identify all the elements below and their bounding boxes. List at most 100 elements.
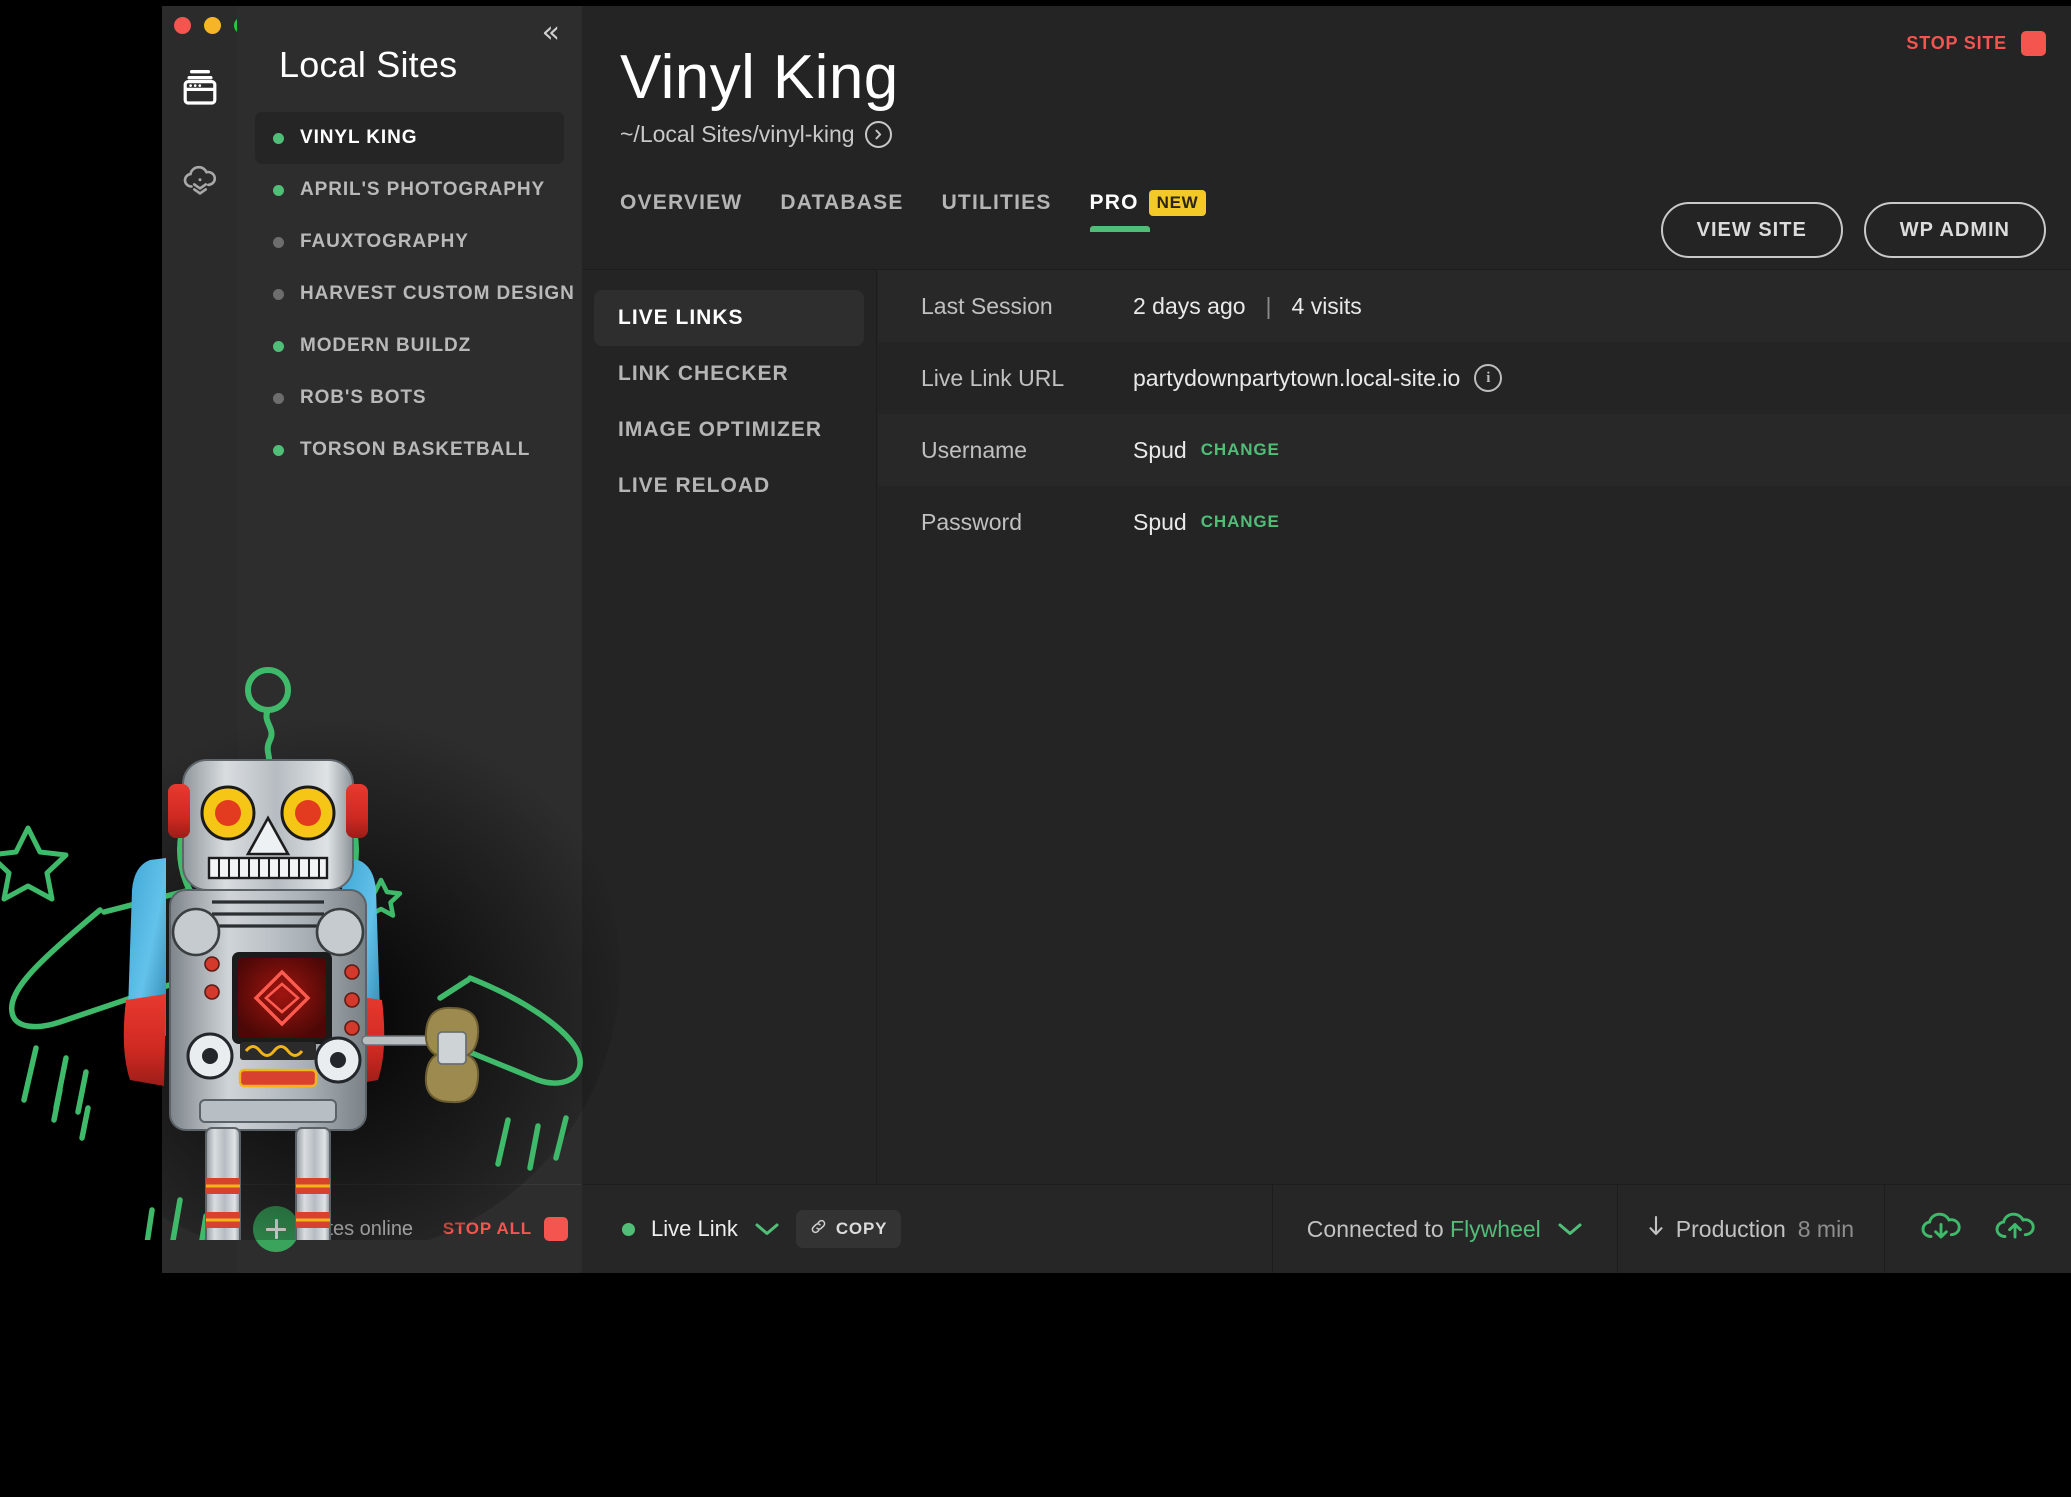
subnav-item-live-reload[interactable]: LIVE RELOAD xyxy=(594,458,864,514)
table-row: Last Session 2 days ago | 4 visits xyxy=(878,270,2071,342)
site-status-dot xyxy=(273,236,284,248)
button-label: WP ADMIN xyxy=(1899,218,2010,241)
tab-overview[interactable]: OVERVIEW xyxy=(620,174,742,232)
row-value: Spud CHANGE xyxy=(1133,509,1280,536)
row-label: Password xyxy=(921,508,1022,535)
tab-utilities[interactable]: UTILITIES xyxy=(942,174,1052,232)
connection-text: Connected to Flywheel xyxy=(1307,1216,1541,1243)
value-extra: 4 visits xyxy=(1291,292,1362,319)
row-label: Live Link URL xyxy=(921,364,1065,391)
value-separator: | xyxy=(1265,292,1272,319)
circle-arrow-right-icon[interactable] xyxy=(864,121,892,148)
cloud-upload-icon[interactable] xyxy=(1993,1211,2037,1247)
main-panel: STOP SITE Vinyl King ~/Local Sites/vinyl… xyxy=(582,6,2071,1273)
site-name: APRIL'S PHOTOGRAPHY xyxy=(300,179,546,200)
row-label: Last Session xyxy=(921,292,1053,319)
sidebar-item-site[interactable]: ROB'S BOTS xyxy=(255,372,564,424)
subnav-item-image-optimizer[interactable]: IMAGE OPTIMIZER xyxy=(594,402,864,458)
sites-stack-icon xyxy=(177,64,223,115)
chevron-down-icon[interactable] xyxy=(754,1221,780,1237)
site-name: TORSON BASKETBALL xyxy=(300,439,531,460)
site-path-text: ~/Local Sites/vinyl-king xyxy=(620,121,855,147)
sidebar-item-site[interactable]: VINYL KING xyxy=(255,112,564,164)
screen: « Local Sites VINYL KING APRIL'S PHOTOGRA… xyxy=(0,0,2071,1497)
wp-admin-button[interactable]: WP ADMIN xyxy=(1863,202,2046,258)
pro-body: LIVE LINKS LINK CHECKER IMAGE OPTIMIZER LIV… xyxy=(582,269,2071,1185)
stop-square-icon xyxy=(544,1217,568,1241)
sidebar-title: Local Sites xyxy=(279,44,458,85)
connected-target: Flywheel xyxy=(1450,1215,1541,1242)
page-title: Vinyl King xyxy=(620,43,899,112)
value-text: Spud xyxy=(1133,436,1187,463)
close-button[interactable] xyxy=(174,17,191,34)
sidebar-item-site[interactable]: APRIL'S PHOTOGRAPHY xyxy=(255,164,564,216)
value-text: 2 days ago xyxy=(1133,292,1246,319)
site-list: VINYL KING APRIL'S PHOTOGRAPHY FAUXTOGRAPH… xyxy=(237,112,582,476)
sidebar-item-site[interactable]: FAUXTOGRAPHY xyxy=(255,216,564,268)
sidebar-footer: sites online STOP ALL xyxy=(237,1184,582,1273)
subnav-item-link-checker[interactable]: LINK CHECKER xyxy=(594,346,864,402)
site-name: MODERN BUILDZ xyxy=(300,335,472,356)
environment-status[interactable]: Production 8 min xyxy=(1616,1185,1884,1273)
collapse-sidebar-button[interactable]: « xyxy=(542,18,560,48)
add-site-button[interactable] xyxy=(253,1206,299,1252)
arrow-down-icon xyxy=(1648,1214,1664,1244)
rail-item-cloud[interactable] xyxy=(162,146,237,216)
site-name: VINYL KING xyxy=(300,127,418,148)
subnav-label: LIVE RELOAD xyxy=(618,474,771,497)
detail-table: Last Session 2 days ago | 4 visits Live Link… xyxy=(878,270,2071,1185)
stop-all-button[interactable]: STOP ALL xyxy=(443,1217,568,1241)
view-site-button[interactable]: VIEW SITE xyxy=(1660,202,1843,258)
rail-item-sites[interactable] xyxy=(162,54,237,124)
button-label: VIEW SITE xyxy=(1696,218,1807,241)
new-badge: NEW xyxy=(1148,190,1207,216)
connected-prefix: Connected to xyxy=(1306,1215,1444,1242)
link-icon xyxy=(810,1218,827,1240)
subnav-label: LIVE LINKS xyxy=(618,306,744,329)
table-row: Live Link URL partydownpartytown.local-si… xyxy=(878,342,2071,414)
table-row: Username Spud CHANGE xyxy=(878,414,2071,486)
tab-label: PRO xyxy=(1089,191,1139,214)
site-status-dot xyxy=(273,392,284,404)
row-value: 2 days ago | 4 visits xyxy=(1133,293,1362,320)
value-text: partydownpartytown.local-site.io xyxy=(1133,364,1461,391)
change-button[interactable]: CHANGE xyxy=(1201,440,1280,460)
site-status-dot xyxy=(273,132,284,144)
environment-age: 8 min xyxy=(1797,1215,1854,1242)
chevron-down-icon[interactable] xyxy=(1557,1221,1583,1237)
environment-name: Production xyxy=(1675,1215,1786,1242)
row-value: Spud CHANGE xyxy=(1133,437,1280,464)
table-row: Password Spud CHANGE xyxy=(878,486,2071,558)
live-link-label: Live Link xyxy=(651,1216,738,1241)
minimize-button[interactable] xyxy=(204,17,221,34)
site-name: FAUXTOGRAPHY xyxy=(300,231,469,252)
sites-sidebar: « Local Sites VINYL KING APRIL'S PHOTOGRA… xyxy=(237,6,582,1273)
cloud-download-icon[interactable] xyxy=(1919,1211,1963,1247)
connection-selector[interactable]: Connected to Flywheel xyxy=(1271,1185,1617,1273)
status-bar: Live Link COPY Connected to Flywheel Pro… xyxy=(582,1184,2071,1273)
subnav-item-live-links[interactable]: LIVE LINKS xyxy=(594,290,864,346)
cloud-download-icon xyxy=(176,155,224,208)
value-text: Spud xyxy=(1133,508,1187,535)
tab-label: UTILITIES xyxy=(941,191,1052,214)
sidebar-item-site[interactable]: TORSON BASKETBALL xyxy=(255,424,564,476)
live-link-status-dot xyxy=(622,1222,635,1236)
sites-online-label: sites online xyxy=(313,1217,414,1240)
tab-database[interactable]: DATABASE xyxy=(780,174,903,232)
site-status-dot xyxy=(273,288,284,300)
header-actions: VIEW SITE WP ADMIN xyxy=(1660,202,2046,258)
row-value: partydownpartytown.local-site.io i xyxy=(1133,364,1503,392)
sidebar-item-site[interactable]: MODERN BUILDZ xyxy=(255,320,564,372)
copy-live-link-button[interactable]: COPY xyxy=(795,1210,902,1248)
sidebar-item-site[interactable]: HARVEST CUSTOM DESIGN xyxy=(255,268,574,320)
tab-pro[interactable]: PRO NEW xyxy=(1089,174,1207,232)
site-name: HARVEST CUSTOM DESIGN xyxy=(300,283,575,304)
site-name: ROB'S BOTS xyxy=(300,387,427,408)
pro-subnav: LIVE LINKS LINK CHECKER IMAGE OPTIMIZER LIV… xyxy=(582,270,877,1185)
info-icon[interactable]: i xyxy=(1474,364,1503,392)
stop-all-label: STOP ALL xyxy=(442,1219,532,1238)
stop-site-label: STOP SITE xyxy=(1906,33,2007,53)
row-label: Username xyxy=(921,436,1028,463)
stop-site-button[interactable]: STOP SITE xyxy=(1906,31,2046,56)
change-button[interactable]: CHANGE xyxy=(1201,512,1280,532)
